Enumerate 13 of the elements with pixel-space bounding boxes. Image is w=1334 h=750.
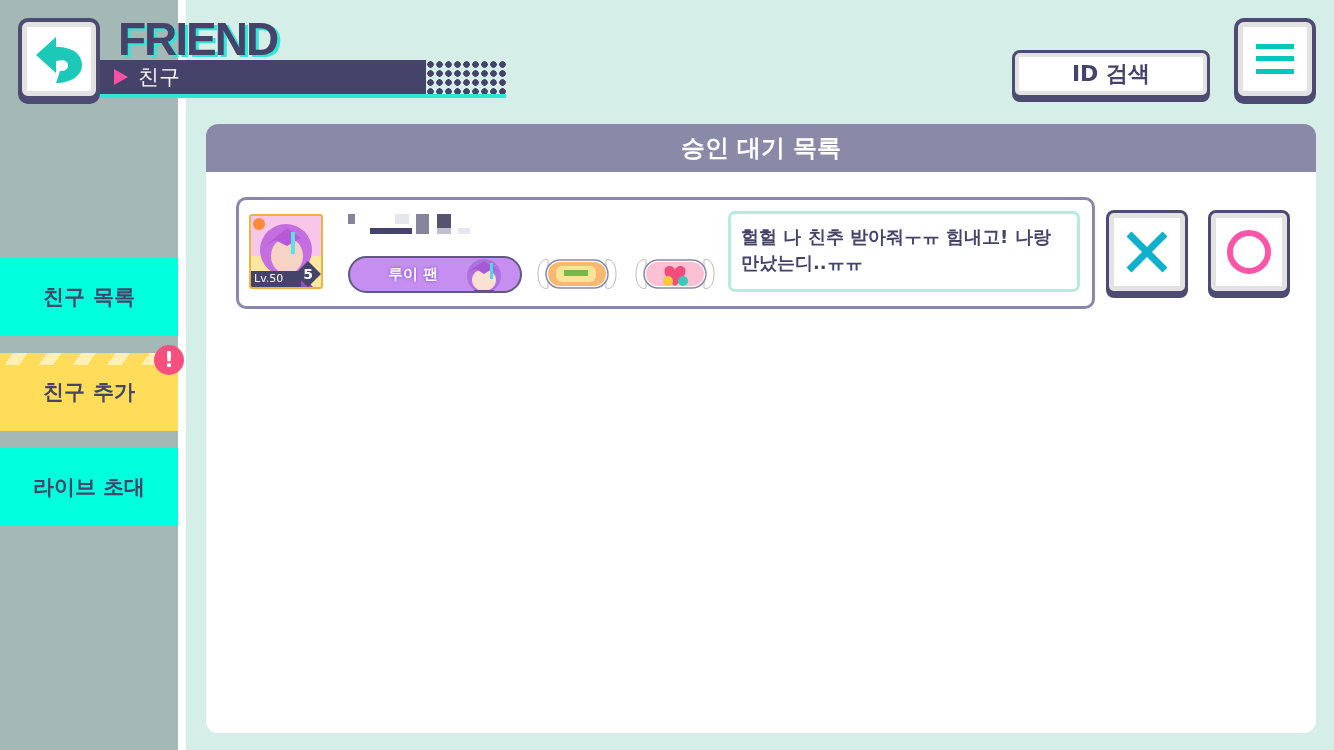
subtitle: 친구 [138, 64, 180, 91]
sidebar-tab[interactable]: 친구 목록 [0, 258, 178, 336]
message-box: 헐헐 나 친추 받아줘ㅜㅠ 힘내고! 나랑 만났는디..ㅠㅠ [728, 211, 1080, 292]
page-title: FRIEND [118, 18, 279, 60]
fan-badge-label: 루이 팬 [388, 264, 439, 284]
triangle-icon [114, 69, 128, 85]
circle-icon [1226, 229, 1272, 275]
panel-title: 승인 대기 목록 [680, 133, 842, 164]
close-icon [1125, 230, 1169, 274]
card-level: Lv.50 [251, 271, 301, 287]
alert-badge: ! [154, 345, 184, 375]
sidebar-tab[interactable]: 라이브 초대 [0, 448, 178, 526]
menu-icon [1256, 44, 1294, 74]
